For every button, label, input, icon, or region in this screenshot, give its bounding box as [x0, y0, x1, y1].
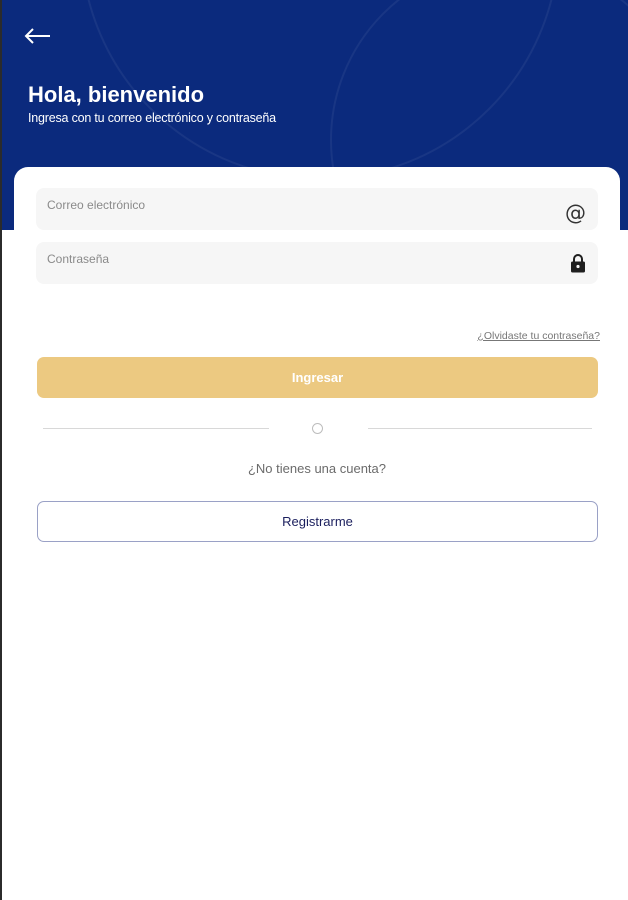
- lock-icon: [570, 253, 586, 273]
- window-edge: [0, 0, 2, 900]
- divider-line: [368, 428, 592, 429]
- divider-circle-icon: [312, 423, 323, 434]
- login-card: @ ¿Olvidaste tu contraseña? Ingresar ¿No…: [14, 167, 620, 900]
- page-title: Hola, bienvenido: [28, 82, 205, 107]
- divider-line: [43, 428, 269, 429]
- arrow-left-icon: [24, 28, 50, 44]
- register-button[interactable]: Registrarme: [37, 501, 598, 542]
- at-sign-icon: @: [565, 201, 586, 225]
- signup-prompt: ¿No tienes una cuenta?: [247, 461, 387, 476]
- email-input[interactable]: [36, 188, 598, 230]
- back-button[interactable]: [24, 24, 56, 48]
- password-input[interactable]: [36, 242, 598, 284]
- forgot-password-link[interactable]: ¿Olvidaste tu contraseña?: [477, 330, 600, 342]
- page-subtitle: Ingresa con tu correo electrónico y cont…: [28, 111, 276, 125]
- password-field: [36, 242, 598, 284]
- email-field: @: [36, 188, 598, 230]
- login-button[interactable]: Ingresar: [37, 357, 598, 398]
